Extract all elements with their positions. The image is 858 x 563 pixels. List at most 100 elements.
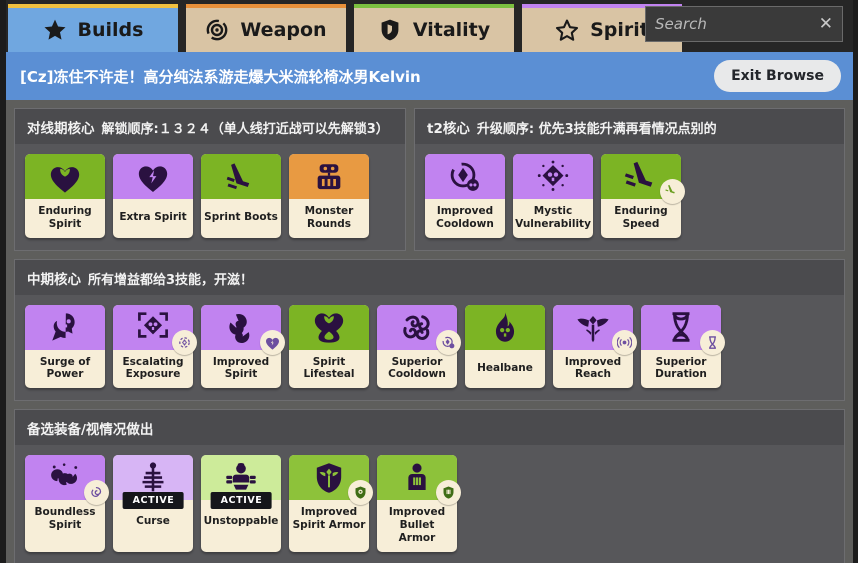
item-name: Mystic Vulnerability bbox=[515, 205, 591, 230]
top-tab-bar: Builds Weapon Vitality Spirit Search ✕ bbox=[6, 0, 853, 52]
item-art bbox=[377, 455, 461, 506]
item-art bbox=[553, 304, 637, 355]
section-t2-core: t2核心 升级顺序: 优先3技能升满再看情况点别的 Improved Cooldown… bbox=[414, 108, 845, 251]
section-title: 中期核心 bbox=[27, 271, 81, 288]
build-browser-window: Builds Weapon Vitality Spirit Search ✕ [… bbox=[0, 0, 858, 563]
section-title: 对线期核心 bbox=[27, 121, 95, 137]
item-art bbox=[425, 154, 505, 199]
section-header: 中期核心 所有增益都给3技能，开滋！ bbox=[15, 259, 844, 295]
item-card[interactable]: Improved Reach bbox=[553, 304, 637, 389]
range-badge-icon bbox=[612, 329, 637, 355]
item-card[interactable]: Enduring Speed bbox=[601, 154, 685, 238]
item-name: Improved Spirit bbox=[212, 355, 270, 381]
item-card[interactable]: Monster Rounds bbox=[289, 154, 369, 238]
shield-icon bbox=[378, 18, 402, 42]
spirit-armor-badge-icon bbox=[348, 480, 373, 506]
item-card-row: Improved Cooldown Mystic Vulnerability Endur… bbox=[415, 144, 844, 238]
target-ring-icon bbox=[205, 18, 229, 42]
item-name: Improved Reach bbox=[564, 355, 622, 381]
search-box[interactable]: Search ✕ bbox=[645, 6, 843, 42]
section-header: 备选装备/视情况做出 bbox=[15, 410, 844, 446]
section-row-top: 对线期核心 解锁顺序:１３２４（单人线打近战可以先解锁3） Enduring Spir… bbox=[14, 108, 845, 251]
item-name: Superior Cooldown bbox=[388, 355, 446, 381]
heart-badge-icon bbox=[260, 329, 285, 355]
item-card[interactable]: Surge of Power bbox=[25, 304, 105, 389]
item-name: Extra Spirit bbox=[119, 211, 187, 224]
item-name: Escalating Exposure bbox=[122, 355, 184, 381]
search-input[interactable]: Search bbox=[655, 15, 813, 33]
item-card[interactable]: Spirit Lifesteal bbox=[289, 304, 369, 389]
curse-totem-icon bbox=[136, 461, 170, 495]
flame-skull-icon bbox=[488, 310, 522, 344]
item-name: Boundless Spirit bbox=[34, 506, 96, 531]
item-card[interactable]: Improved Bullet Armor bbox=[377, 455, 461, 552]
armored-arms-icon bbox=[224, 461, 258, 495]
section-laning-core: 对线期核心 解锁顺序:１３２４（单人线打近战可以先解锁3） Enduring Spir… bbox=[14, 108, 406, 251]
item-name: Improved Spirit Armor bbox=[292, 506, 366, 531]
item-art bbox=[201, 154, 281, 199]
section-title: 备选装备/视情况做出 bbox=[27, 422, 154, 439]
item-card[interactable]: Superior Duration bbox=[641, 304, 725, 389]
item-card[interactable]: Mystic Vulnerability bbox=[513, 154, 593, 238]
item-art bbox=[113, 154, 193, 199]
item-art bbox=[25, 304, 105, 350]
item-art bbox=[513, 154, 593, 199]
hourglass-badge-icon bbox=[700, 329, 725, 355]
item-card[interactable]: Improved Spirit bbox=[201, 304, 285, 389]
tab-builds[interactable]: Builds bbox=[8, 4, 178, 52]
item-card-row: Surge of Power Escalating Exposure Improved S… bbox=[15, 295, 844, 389]
tab-label: Builds bbox=[77, 19, 144, 41]
exit-browse-button[interactable]: Exit Browse bbox=[714, 60, 841, 92]
item-card[interactable]: ACTIVE Curse bbox=[113, 455, 193, 552]
item-card[interactable]: Boundless Spirit bbox=[25, 455, 109, 552]
wings-eye-icon bbox=[576, 310, 610, 344]
item-card[interactable]: Improved Cooldown bbox=[425, 154, 505, 238]
item-card[interactable]: Enduring Spirit bbox=[25, 154, 105, 238]
item-art bbox=[289, 304, 369, 350]
star-outline-icon bbox=[555, 18, 579, 42]
tab-vitality[interactable]: Vitality bbox=[354, 4, 514, 52]
item-card[interactable]: Sprint Boots bbox=[201, 154, 281, 238]
ghost-skull-icon bbox=[48, 310, 82, 344]
item-card[interactable]: ACTIVE Unstoppable bbox=[201, 455, 281, 552]
section-header: t2核心 升级顺序: 优先3技能升满再看情况点别的 bbox=[415, 109, 844, 144]
swirl-badge-icon bbox=[84, 480, 109, 506]
boot-dash-icon bbox=[624, 160, 658, 194]
item-art bbox=[377, 304, 461, 355]
item-card[interactable]: Escalating Exposure bbox=[113, 304, 197, 389]
active-badge: ACTIVE bbox=[210, 492, 272, 510]
robot-ammo-icon bbox=[312, 160, 346, 194]
close-icon[interactable]: ✕ bbox=[813, 15, 833, 33]
item-name: Healbane bbox=[477, 361, 533, 374]
item-art bbox=[289, 455, 373, 506]
item-art bbox=[113, 304, 197, 355]
item-card[interactable]: Superior Cooldown bbox=[377, 304, 461, 389]
build-title-bar: [Cz]冻住不许走！高分纯法系游走爆大米流轮椅冰男Kelvin Exit Bro… bbox=[6, 52, 853, 100]
item-card[interactable]: Improved Spirit Armor bbox=[289, 455, 373, 552]
item-card[interactable]: Healbane bbox=[465, 304, 545, 389]
speed-badge-icon bbox=[660, 179, 685, 204]
tangle-swirl-icon bbox=[400, 310, 434, 344]
tab-weapon[interactable]: Weapon bbox=[186, 4, 346, 52]
item-name: Enduring Spirit bbox=[38, 205, 92, 230]
section-subtitle: 升级顺序: 优先3技能升满再看情况点别的 bbox=[476, 122, 717, 137]
heart-hourglass-icon bbox=[312, 310, 346, 344]
tab-label: Vitality bbox=[412, 19, 491, 41]
spirit-shield-icon bbox=[312, 461, 346, 495]
item-art bbox=[25, 154, 105, 199]
skull-burst-icon bbox=[536, 160, 570, 194]
item-name: Spirit Lifesteal bbox=[303, 355, 355, 381]
item-name: Improved Bullet Armor bbox=[388, 506, 446, 544]
item-art: ACTIVE bbox=[201, 455, 281, 510]
section-subtitle: 解锁顺序:１３２４（单人线打近战可以先解锁3） bbox=[101, 122, 389, 137]
cooldown-badge-icon bbox=[436, 329, 461, 355]
section-situational: 备选装备/视情况做出 Boundless Spirit ACTIVE Curse ACTI… bbox=[14, 409, 845, 563]
section-subtitle: 所有增益都给3技能，开滋！ bbox=[88, 272, 254, 288]
spore-swirl-icon bbox=[48, 461, 82, 495]
item-card[interactable]: Extra Spirit bbox=[113, 154, 193, 238]
heart-leaf-icon bbox=[48, 160, 82, 194]
swirl-spirit-icon bbox=[224, 310, 258, 344]
item-name: Monster Rounds bbox=[304, 205, 354, 230]
item-card-row: Enduring Spirit Extra Spirit Sprint Boots Mo… bbox=[15, 144, 405, 238]
heart-bolt-icon bbox=[136, 160, 170, 194]
